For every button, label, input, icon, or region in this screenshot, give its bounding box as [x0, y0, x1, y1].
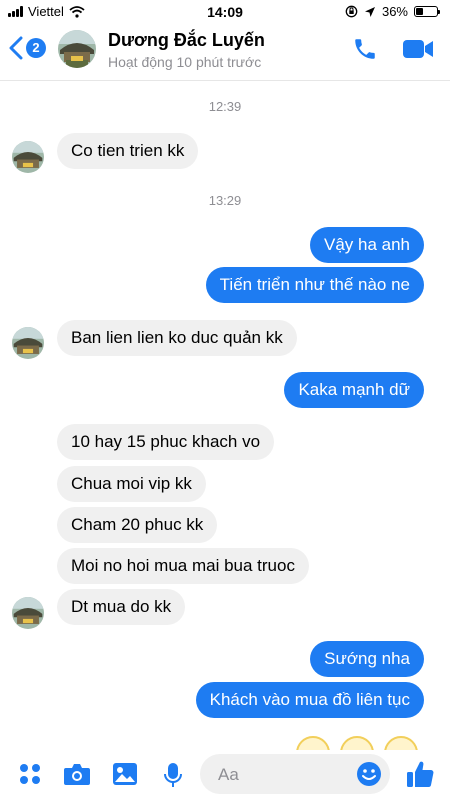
contact-avatar[interactable] — [58, 30, 96, 68]
orientation-lock-icon — [345, 5, 358, 18]
message-bubble-incoming[interactable]: Dt mua do kk — [57, 589, 186, 625]
message-bubble-outgoing[interactable]: Tiến triển như thế nào ne — [205, 267, 424, 303]
composer-bar: Aa — [0, 750, 450, 800]
chat-header: 2 Dương Đắc Luyến Hoạt động 10 phút trướ… — [0, 24, 450, 81]
back-chevron-icon — [9, 36, 23, 60]
message-bubble-incoming[interactable]: Cham 20 phuc kk — [57, 507, 218, 543]
message-bubble-incoming[interactable]: Co tien trien kk — [57, 133, 199, 169]
message-bubble-incoming[interactable]: Moi no hoi mua mai bua truoc — [57, 548, 309, 584]
activity-status: Hoạt động 10 phút trước — [108, 54, 262, 70]
message-bubble-outgoing[interactable]: Sướng nha — [310, 641, 424, 677]
thumbs-up-icon[interactable] — [405, 759, 435, 789]
menu-dots-icon[interactable] — [18, 762, 42, 786]
video-camera-icon[interactable] — [402, 38, 434, 60]
phone-icon[interactable] — [352, 36, 378, 62]
message-bubble-outgoing[interactable]: Vậy ha anh — [309, 227, 424, 263]
image-icon[interactable] — [112, 762, 138, 786]
message-input[interactable]: Aa — [200, 754, 390, 794]
back-button[interactable]: 2 — [8, 36, 46, 60]
timestamp: 12:39 — [208, 99, 242, 114]
location-icon — [364, 6, 375, 17]
emoji-icon[interactable] — [356, 761, 382, 787]
status-bar: Viettel 14:09 36% — [0, 0, 450, 24]
microphone-icon[interactable] — [163, 762, 183, 788]
sender-avatar[interactable] — [12, 141, 44, 173]
timestamp: 13:29 — [208, 193, 242, 208]
message-input-placeholder: Aa — [218, 765, 239, 784]
sender-avatar[interactable] — [12, 327, 44, 359]
message-bubble-outgoing[interactable]: Khách vào mua đồ liên tục — [195, 682, 424, 718]
contact-name: Dương Đắc Luyến — [108, 30, 265, 50]
battery-icon — [414, 6, 440, 17]
message-bubble-incoming[interactable]: Chua moi vip kk — [57, 466, 206, 502]
message-bubble-outgoing[interactable]: Kaka mạnh dữ — [284, 372, 424, 408]
unread-count-badge: 2 — [26, 38, 46, 58]
battery-percent: 36% — [381, 4, 408, 19]
camera-icon[interactable] — [63, 762, 91, 786]
sender-avatar[interactable] — [12, 597, 44, 629]
message-bubble-incoming[interactable]: Ban lien lien ko duc quản kk — [57, 320, 297, 356]
message-bubble-incoming[interactable]: 10 hay 15 phuc khach vo — [57, 424, 275, 460]
